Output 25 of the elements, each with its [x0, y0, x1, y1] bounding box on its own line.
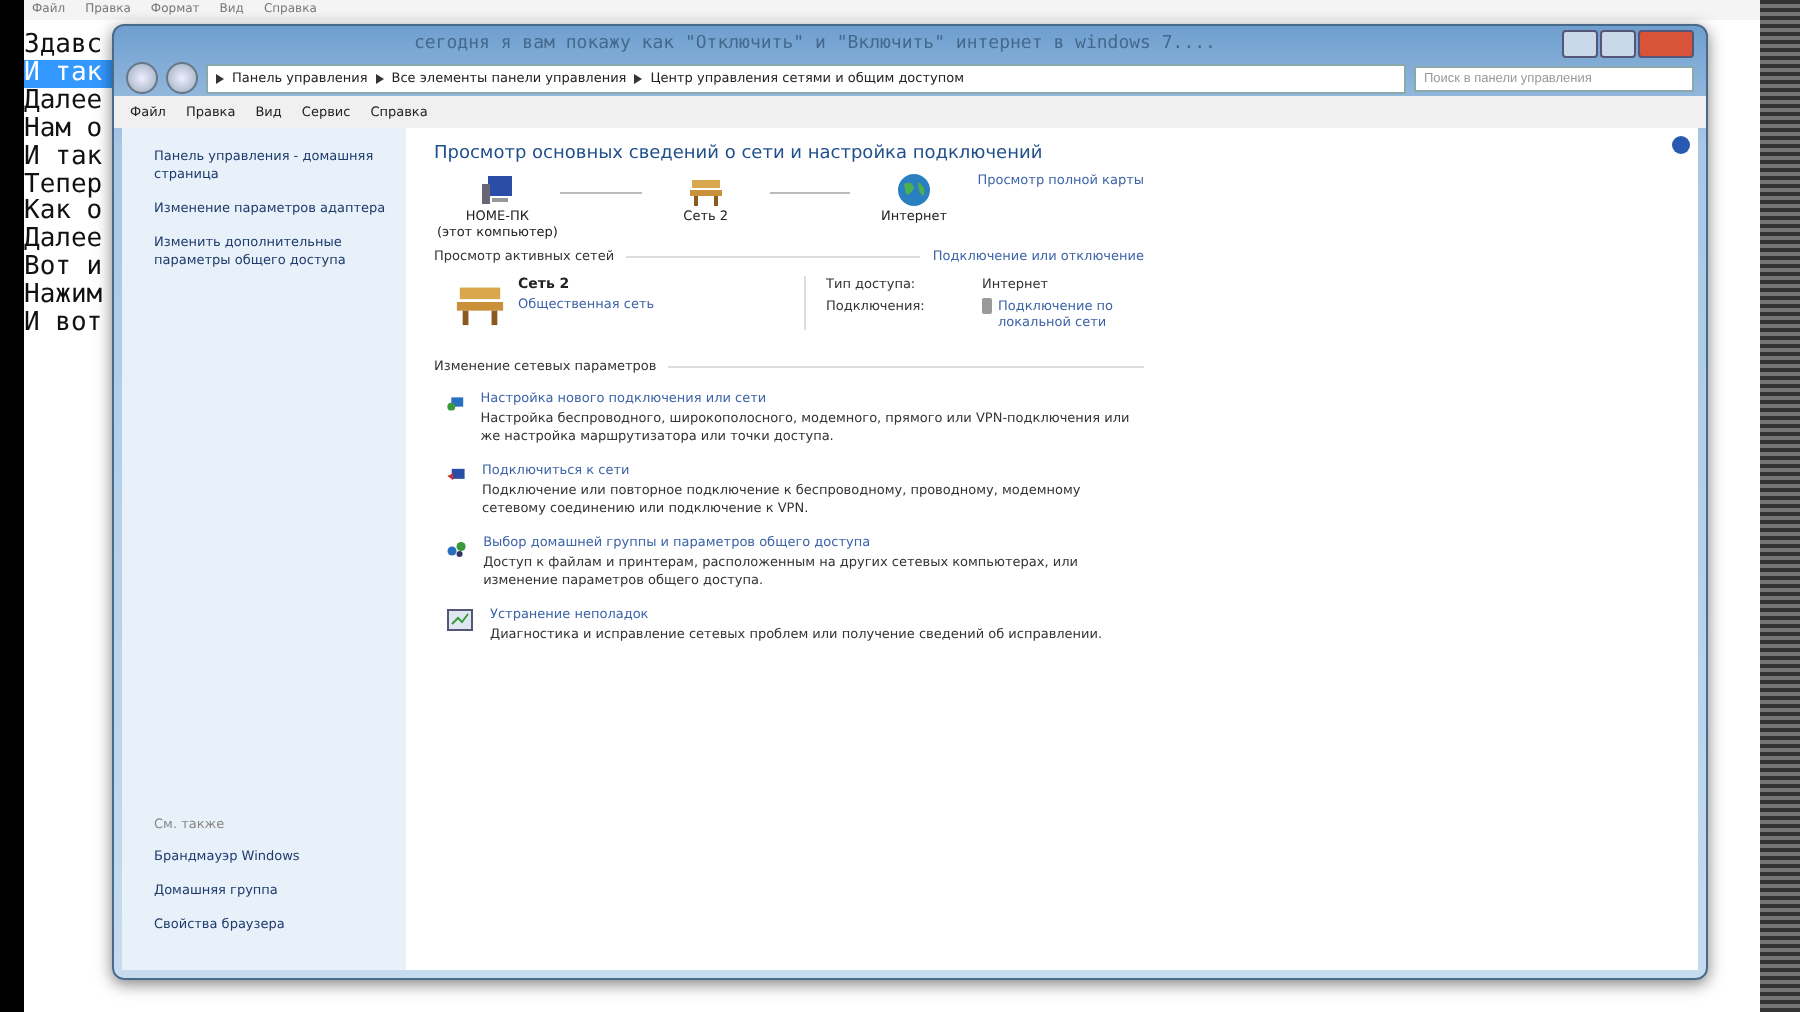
- text-line: Нажим: [24, 282, 105, 311]
- forward-button[interactable]: [166, 62, 198, 94]
- text-line: Здавс: [24, 32, 105, 60]
- text-line: Тепер: [24, 171, 105, 199]
- text-line: Нам о: [24, 115, 105, 144]
- maximize-button[interactable]: [1600, 29, 1636, 57]
- help-icon[interactable]: [1672, 136, 1690, 154]
- close-button[interactable]: [1638, 29, 1694, 57]
- text-line: Далее: [24, 226, 105, 255]
- computer-icon: [479, 172, 516, 208]
- background-text: сегодня я вам покажу как "Отключить" и "Включить" интернет в windows 7....: [414, 33, 1216, 53]
- text-line: Вот и: [24, 254, 105, 283]
- text-line: Далее: [24, 87, 105, 116]
- text-line: И так: [24, 143, 105, 172]
- chevron-icon: [375, 73, 384, 83]
- chevron-icon: [634, 73, 643, 83]
- troubleshoot-icon: [446, 606, 474, 634]
- back-button[interactable]: [126, 62, 158, 94]
- chevron-icon: [216, 73, 224, 83]
- minimize-button[interactable]: [1562, 29, 1598, 57]
- globe-icon: [896, 172, 933, 208]
- page-heading: Просмотр основных сведений о сети и настройка подключений: [434, 144, 1045, 164]
- text-line: И вот: [24, 310, 105, 338]
- text-line: Как о: [24, 198, 105, 227]
- adapter-icon: [982, 298, 992, 314]
